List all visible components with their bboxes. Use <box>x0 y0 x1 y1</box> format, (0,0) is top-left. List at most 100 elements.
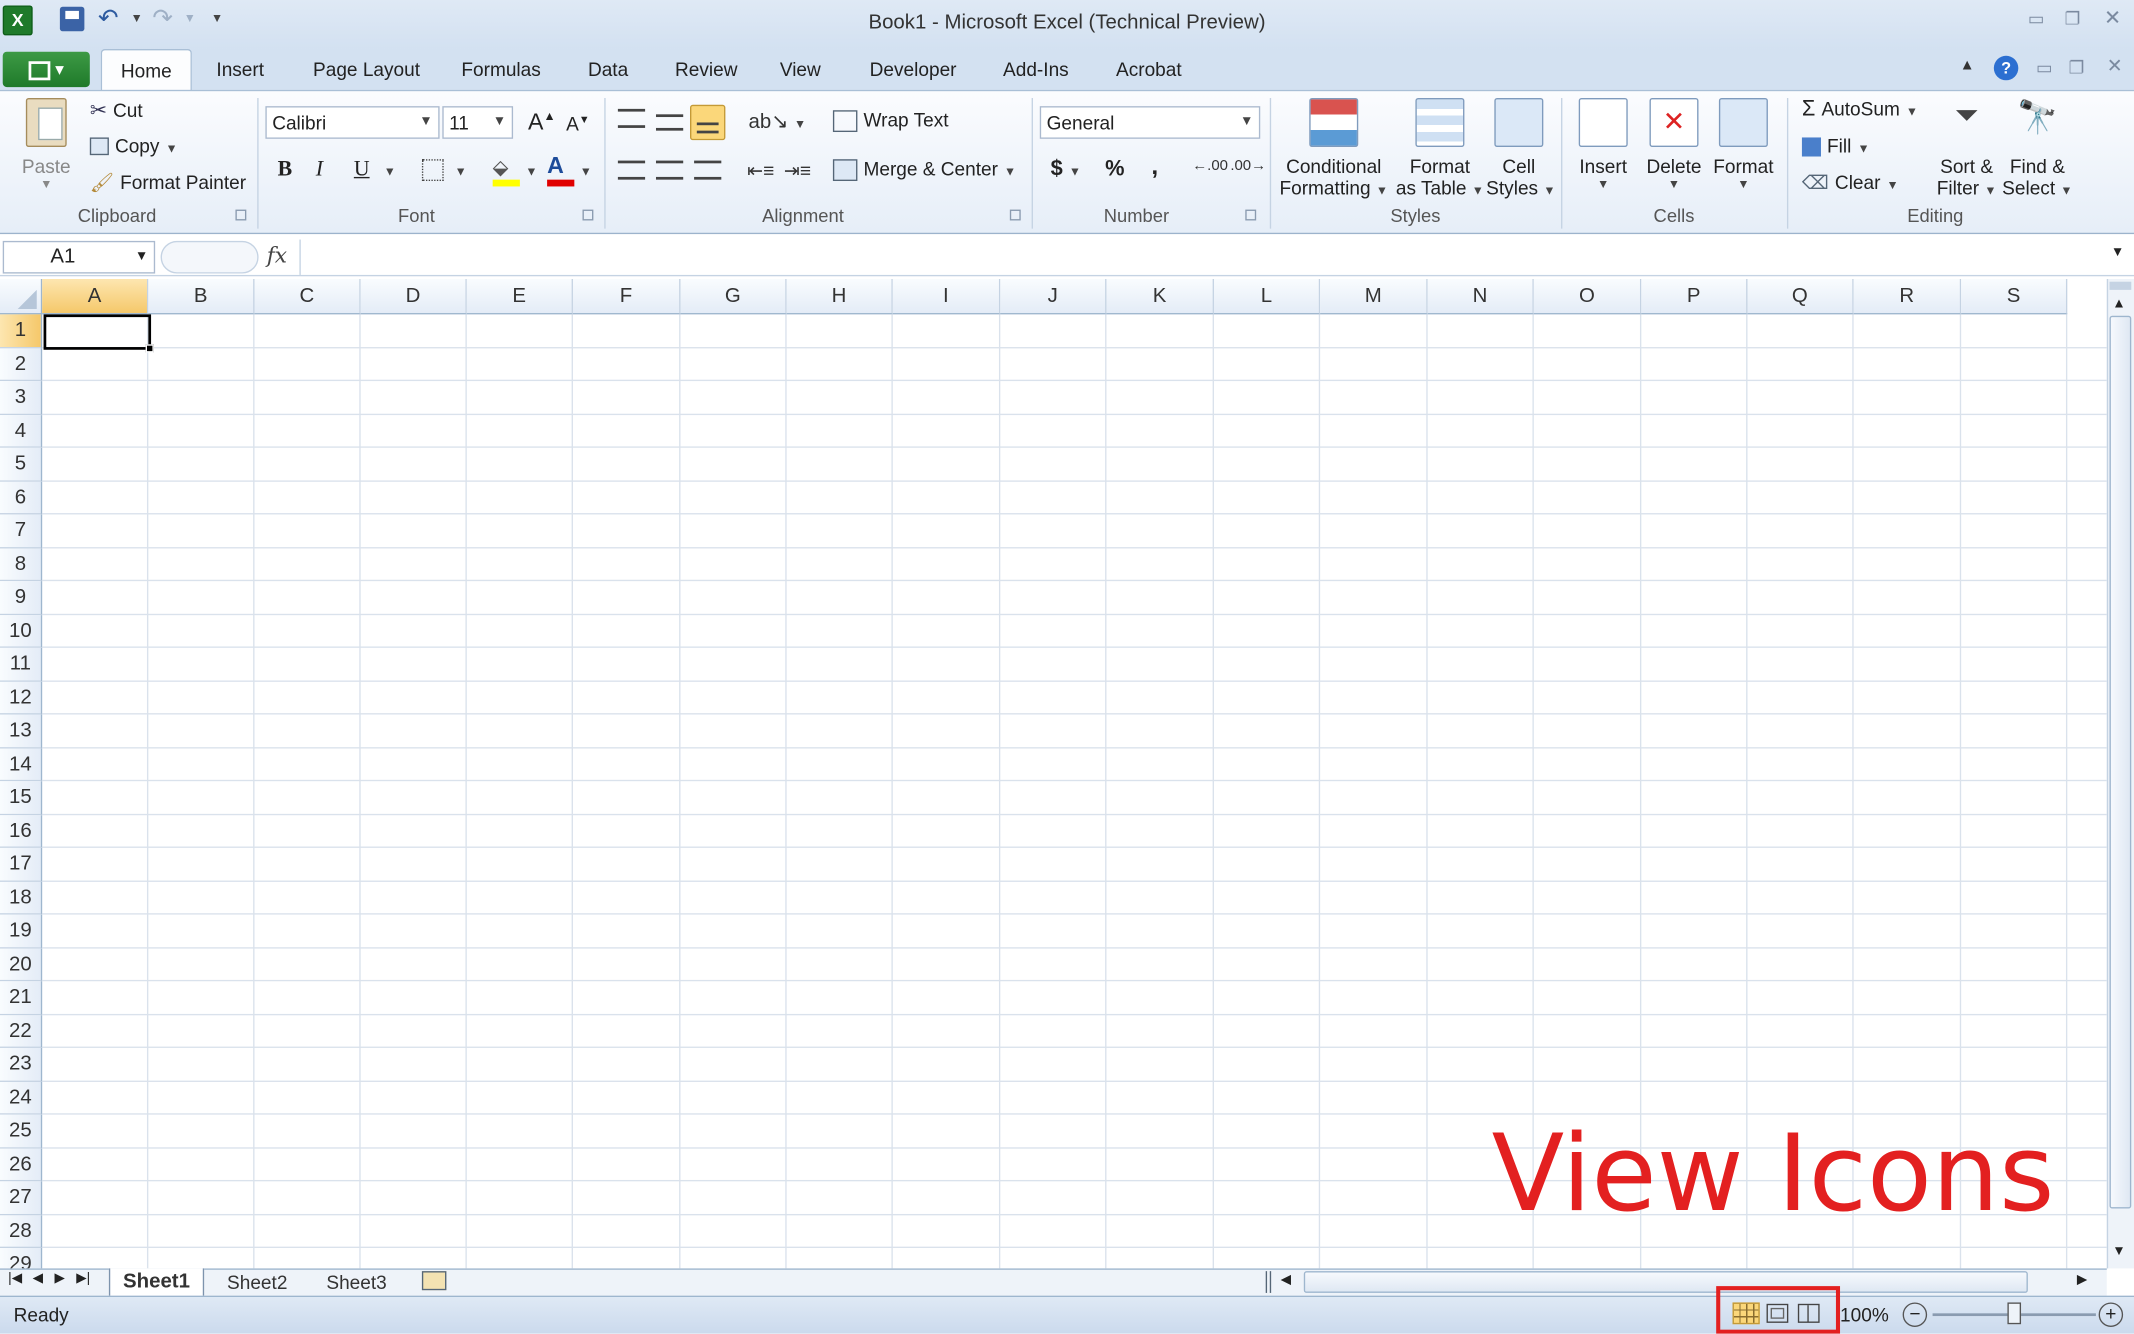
row-header-4[interactable]: 4 <box>0 414 43 448</box>
font-dialog-launcher-icon[interactable] <box>582 209 594 221</box>
find-select-button[interactable]: 🔭 Find & Select ▼ <box>2001 98 2074 198</box>
row-header-25[interactable]: 25 <box>0 1114 43 1148</box>
formula-bar-grip-icon[interactable] <box>160 240 259 274</box>
split-box-icon[interactable] <box>2109 281 2132 290</box>
fill-color-dropdown-icon[interactable]: ▼ <box>525 165 537 179</box>
underline-dropdown-icon[interactable]: ▼ <box>384 165 396 179</box>
column-header-p[interactable]: P <box>1641 278 1748 315</box>
scroll-down-icon[interactable]: ▼ <box>2112 1244 2125 1259</box>
column-header-l[interactable]: L <box>1213 278 1321 315</box>
format-painter-button[interactable]: 🖌 Format Painter <box>90 171 246 195</box>
zoom-in-icon[interactable]: + <box>2098 1302 2124 1327</box>
row-header-9[interactable]: 9 <box>0 581 43 615</box>
sheet-tab-sheet1[interactable]: Sheet1 <box>108 1268 205 1296</box>
borders-dropdown-icon[interactable]: ▼ <box>455 165 467 179</box>
tab-page-layout[interactable]: Page Layout <box>313 59 420 81</box>
row-header-26[interactable]: 26 <box>0 1147 43 1182</box>
comma-button[interactable]: , <box>1151 152 1158 181</box>
column-header-h[interactable]: H <box>786 278 893 315</box>
wrap-text-button[interactable]: Wrap Text <box>832 109 949 133</box>
conditional-formatting-button[interactable]: Conditional Formatting ▼ <box>1277 97 1391 199</box>
help-icon[interactable]: ? <box>1993 55 2019 81</box>
column-header-e[interactable]: E <box>466 278 573 315</box>
format-as-table-button[interactable]: Format as Table ▼ <box>1394 97 1487 199</box>
tab-add-ins[interactable]: Add-Ins <box>1003 59 1069 81</box>
tab-view[interactable]: View <box>780 59 821 81</box>
align-top-icon[interactable] <box>617 108 646 128</box>
prev-sheet-icon[interactable]: ◀ <box>33 1271 43 1286</box>
percent-button[interactable]: % <box>1105 158 1124 182</box>
row-header-16[interactable]: 16 <box>0 814 43 848</box>
column-header-i[interactable]: I <box>892 278 1001 315</box>
number-dialog-launcher-icon[interactable] <box>1245 209 1257 221</box>
vertical-scroll-thumb[interactable] <box>2109 315 2132 1209</box>
column-header-j[interactable]: J <box>1000 278 1107 315</box>
align-right-icon[interactable] <box>694 160 722 180</box>
increase-indent-icon[interactable]: ⇥≡ <box>784 159 811 182</box>
tab-acrobat[interactable]: Acrobat <box>1116 59 1182 81</box>
row-header-3[interactable]: 3 <box>0 381 43 415</box>
row-header-7[interactable]: 7 <box>0 514 43 548</box>
tab-insert[interactable]: Insert <box>216 59 264 81</box>
restore-icon[interactable]: ❐ <box>2065 8 2081 30</box>
row-header-10[interactable]: 10 <box>0 614 43 648</box>
column-header-s[interactable]: S <box>1961 278 2068 315</box>
row-header-12[interactable]: 12 <box>0 681 43 715</box>
font-size-combo[interactable]: 11 ▼ <box>442 106 514 139</box>
minimize-ribbon-icon[interactable]: ▲ <box>1960 57 1975 73</box>
select-all-button[interactable] <box>0 278 43 315</box>
align-left-icon[interactable] <box>617 160 646 180</box>
column-header-g[interactable]: G <box>680 278 787 315</box>
zoom-out-icon[interactable]: − <box>1902 1302 1928 1327</box>
font-color-icon[interactable]: A <box>547 152 575 187</box>
column-header-m[interactable]: M <box>1320 278 1428 315</box>
row-header-5[interactable]: 5 <box>0 447 43 482</box>
first-sheet-icon[interactable]: |◀ <box>8 1271 22 1286</box>
cut-button[interactable]: ✂ Cut <box>90 98 143 124</box>
number-format-combo[interactable]: General ▼ <box>1039 106 1261 139</box>
column-header-f[interactable]: F <box>572 278 681 315</box>
paste-button[interactable]: Paste ▼ <box>16 97 76 193</box>
scroll-up-icon[interactable]: ▲ <box>2112 297 2125 312</box>
decrease-decimal-button[interactable]: .00→ <box>1230 158 1266 174</box>
currency-button[interactable]: $ ▼ <box>1051 158 1081 182</box>
orientation-icon[interactable]: ab↘ ▼ <box>749 109 807 133</box>
next-sheet-icon[interactable]: ▶ <box>54 1271 64 1286</box>
scroll-left-icon[interactable]: ◀ <box>1281 1273 1291 1288</box>
align-bottom-icon[interactable] <box>690 104 726 141</box>
row-header-21[interactable]: 21 <box>0 981 43 1015</box>
row-header-1[interactable]: 1 <box>0 314 43 348</box>
insert-function-icon[interactable]: fx <box>267 242 287 268</box>
name-box[interactable]: A1 ▼ <box>2 240 156 274</box>
row-header-17[interactable]: 17 <box>0 847 43 882</box>
column-header-d[interactable]: D <box>360 278 467 315</box>
row-header-23[interactable]: 23 <box>0 1047 43 1082</box>
active-cell-a1[interactable] <box>43 314 154 353</box>
row-header-18[interactable]: 18 <box>0 881 43 915</box>
cell-styles-button[interactable]: Cell Styles ▼ <box>1486 97 1556 199</box>
borders-button[interactable] <box>421 159 444 182</box>
decrease-indent-icon[interactable]: ⇤≡ <box>747 159 774 182</box>
copy-button[interactable]: Copy ▼ <box>89 135 178 159</box>
fill-button[interactable]: Fill ▼ <box>1801 135 1870 159</box>
bold-button[interactable]: B <box>278 158 293 182</box>
row-header-27[interactable]: 27 <box>0 1181 43 1215</box>
minimize-icon[interactable]: ▭ <box>2028 8 2045 30</box>
grow-font-button[interactable]: A▲ <box>528 109 556 136</box>
workbook-close-icon[interactable]: ✕ <box>2107 54 2123 77</box>
column-header-k[interactable]: K <box>1106 278 1214 315</box>
formula-input[interactable] <box>299 239 2106 275</box>
row-header-22[interactable]: 22 <box>0 1014 43 1048</box>
tab-split-handle[interactable] <box>1265 1271 1272 1293</box>
zoom-slider-thumb[interactable] <box>2007 1302 2022 1325</box>
clipboard-dialog-launcher-icon[interactable] <box>235 209 247 221</box>
align-center-icon[interactable] <box>655 160 684 180</box>
format-cells-button[interactable]: Format ▼ <box>1709 97 1777 191</box>
row-header-6[interactable]: 6 <box>0 481 43 515</box>
row-header-28[interactable]: 28 <box>0 1214 43 1249</box>
column-header-a[interactable]: A <box>42 278 149 315</box>
autosum-button[interactable]: Σ AutoSum ▼ <box>1802 98 1918 122</box>
merge-center-button[interactable]: Merge & Center ▼ <box>832 158 1016 182</box>
row-header-8[interactable]: 8 <box>0 547 43 582</box>
delete-cells-button[interactable]: ✕ Delete ▼ <box>1641 97 1706 191</box>
